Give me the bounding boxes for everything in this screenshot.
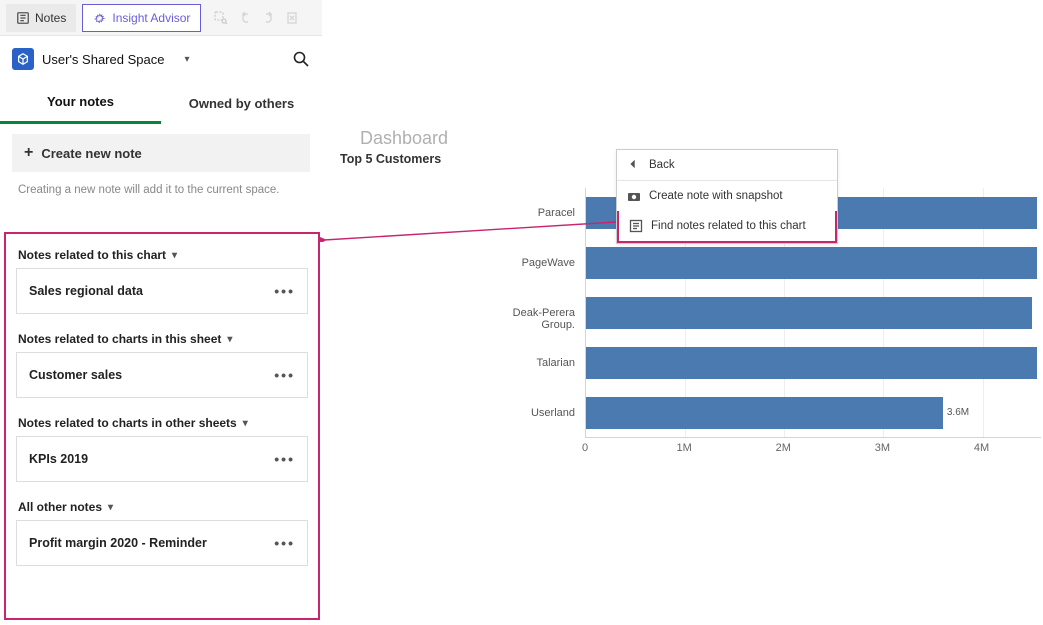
create-note-button[interactable]: + Create new note — [12, 134, 310, 172]
section-related-this-sheet[interactable]: Notes related to charts in this sheet▾ — [16, 324, 308, 352]
section-related-other-sheets[interactable]: Notes related to charts in other sheets▾ — [16, 408, 308, 436]
camera-icon — [627, 189, 641, 203]
bar[interactable] — [586, 297, 1032, 329]
smart-search-icon[interactable] — [211, 8, 231, 28]
undo-icon[interactable] — [235, 8, 255, 28]
bar[interactable] — [586, 397, 943, 429]
bar[interactable] — [586, 247, 1037, 279]
more-icon[interactable]: ••• — [274, 535, 295, 551]
tab-your-notes[interactable]: Your notes — [0, 82, 161, 124]
note-card[interactable]: Customer sales ••• — [16, 352, 308, 398]
space-name: User's Shared Space — [42, 52, 164, 67]
note-card[interactable]: Sales regional data ••• — [16, 268, 308, 314]
create-note-label: Create new note — [41, 146, 141, 161]
page-title: Dashboard — [360, 128, 448, 149]
toolbar-extra-icons — [211, 8, 303, 28]
ctx-create-snapshot[interactable]: Create note with snapshot — [617, 181, 837, 211]
chevron-down-icon: ▾ — [184, 54, 189, 65]
chevron-down-icon: ▾ — [243, 418, 248, 429]
chevron-down-icon: ▾ — [108, 502, 113, 513]
chevron-down-icon: ▾ — [172, 250, 177, 261]
back-icon — [627, 158, 641, 172]
redo-icon[interactable] — [259, 8, 279, 28]
insight-icon — [93, 11, 107, 25]
note-card[interactable]: Profit margin 2020 - Reminder ••• — [16, 520, 308, 566]
chart-context-menu: Back Create note with snapshot Find note… — [616, 149, 838, 244]
bar[interactable] — [586, 347, 1037, 379]
more-icon[interactable]: ••• — [274, 451, 295, 467]
notes-panel: Notes Insight Advisor User's Shared Spac… — [0, 0, 322, 625]
note-tabs: Your notes Owned by others — [0, 82, 322, 124]
notes-icon — [16, 11, 30, 25]
plus-icon: + — [24, 144, 33, 162]
insight-advisor-button[interactable]: Insight Advisor — [82, 4, 201, 32]
x-tick: 2M — [776, 442, 791, 454]
list-icon — [629, 219, 643, 233]
ctx-find-related[interactable]: Find notes related to this chart — [617, 211, 837, 243]
clear-icon[interactable] — [283, 8, 303, 28]
y-category-label: PageWave — [485, 257, 575, 269]
more-icon[interactable]: ••• — [274, 367, 295, 383]
insight-advisor-label: Insight Advisor — [112, 11, 190, 25]
tab-owned-by-others[interactable]: Owned by others — [161, 82, 322, 124]
x-tick: 1M — [676, 442, 691, 454]
x-tick: 0 — [582, 442, 588, 454]
section-all-other[interactable]: All other notes▾ — [16, 492, 308, 520]
note-card[interactable]: KPIs 2019 ••• — [16, 436, 308, 482]
notes-list-highlighted: Notes related to this chart▾ Sales regio… — [4, 232, 320, 620]
x-tick: 4M — [974, 442, 989, 454]
y-category-label: Deak-Perera Group. — [485, 307, 575, 331]
search-icon[interactable] — [292, 50, 310, 68]
space-icon — [12, 48, 34, 70]
space-bar: User's Shared Space ▾ — [0, 36, 322, 74]
y-category-label: Talarian — [485, 357, 575, 369]
more-icon[interactable]: ••• — [274, 283, 295, 299]
notes-button[interactable]: Notes — [6, 4, 76, 32]
ctx-back[interactable]: Back — [617, 150, 837, 181]
section-related-this-chart[interactable]: Notes related to this chart▾ — [16, 240, 308, 268]
x-tick: 3M — [875, 442, 890, 454]
top-toolbar: Notes Insight Advisor — [0, 0, 322, 36]
create-note-hint: Creating a new note will add it to the c… — [0, 178, 322, 206]
bar-value-label: 3.6M — [947, 407, 969, 418]
y-category-label: Paracel — [485, 207, 575, 219]
notes-button-label: Notes — [35, 11, 66, 25]
space-selector[interactable]: User's Shared Space ▾ — [12, 48, 189, 70]
chart-title: Top 5 Customers — [340, 152, 441, 166]
y-category-label: Userland — [485, 407, 575, 419]
chevron-down-icon: ▾ — [227, 334, 232, 345]
